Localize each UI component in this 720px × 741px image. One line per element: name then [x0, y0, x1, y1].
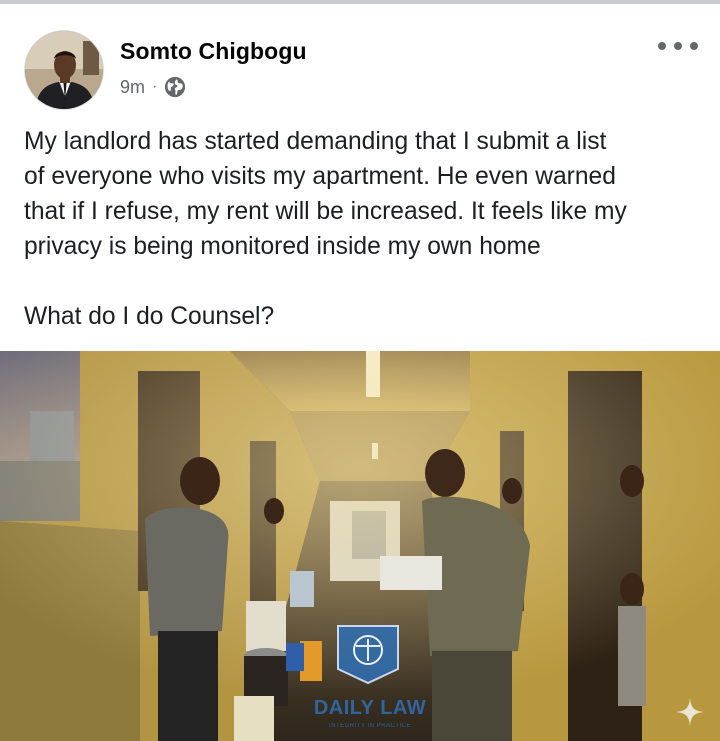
globe-icon[interactable]: [164, 76, 186, 98]
post-body-line: that if I refuse, my rent will be increa…: [24, 198, 627, 225]
more-options-icon-dot: [674, 42, 682, 50]
post-body-line: privacy is being monitored inside my own…: [24, 233, 541, 260]
author-name[interactable]: Somto Chigbogu: [120, 38, 307, 65]
post-timestamp[interactable]: 9m: [120, 77, 145, 98]
watermark-sublabel: INTEGRITY IN PRACTICE: [328, 723, 412, 729]
post-header: Somto Chigbogu 9m ·: [0, 4, 720, 110]
meta-separator: ·: [152, 78, 158, 95]
post-meta: 9m ·: [120, 74, 186, 100]
post-body-line: My landlord has started demanding that I…: [24, 128, 607, 155]
post-text: My landlord has started demanding that I…: [24, 124, 704, 334]
sparkle-icon: [676, 698, 704, 726]
corridor-scene-image: [0, 351, 720, 741]
post-body-line: of everyone who visits my apartment. He …: [24, 163, 616, 190]
post-image[interactable]: DAILY LAW INTEGRITY IN PRACTICE: [0, 351, 720, 741]
more-options-icon-dot: [690, 42, 698, 50]
watermark-label: DAILY LAW: [313, 697, 427, 719]
post-question: What do I do Counsel?: [24, 303, 275, 330]
more-options-icon: [658, 42, 666, 50]
more-options-button[interactable]: [656, 34, 700, 58]
avatar-photo: [25, 31, 103, 109]
author-avatar[interactable]: [24, 30, 104, 110]
